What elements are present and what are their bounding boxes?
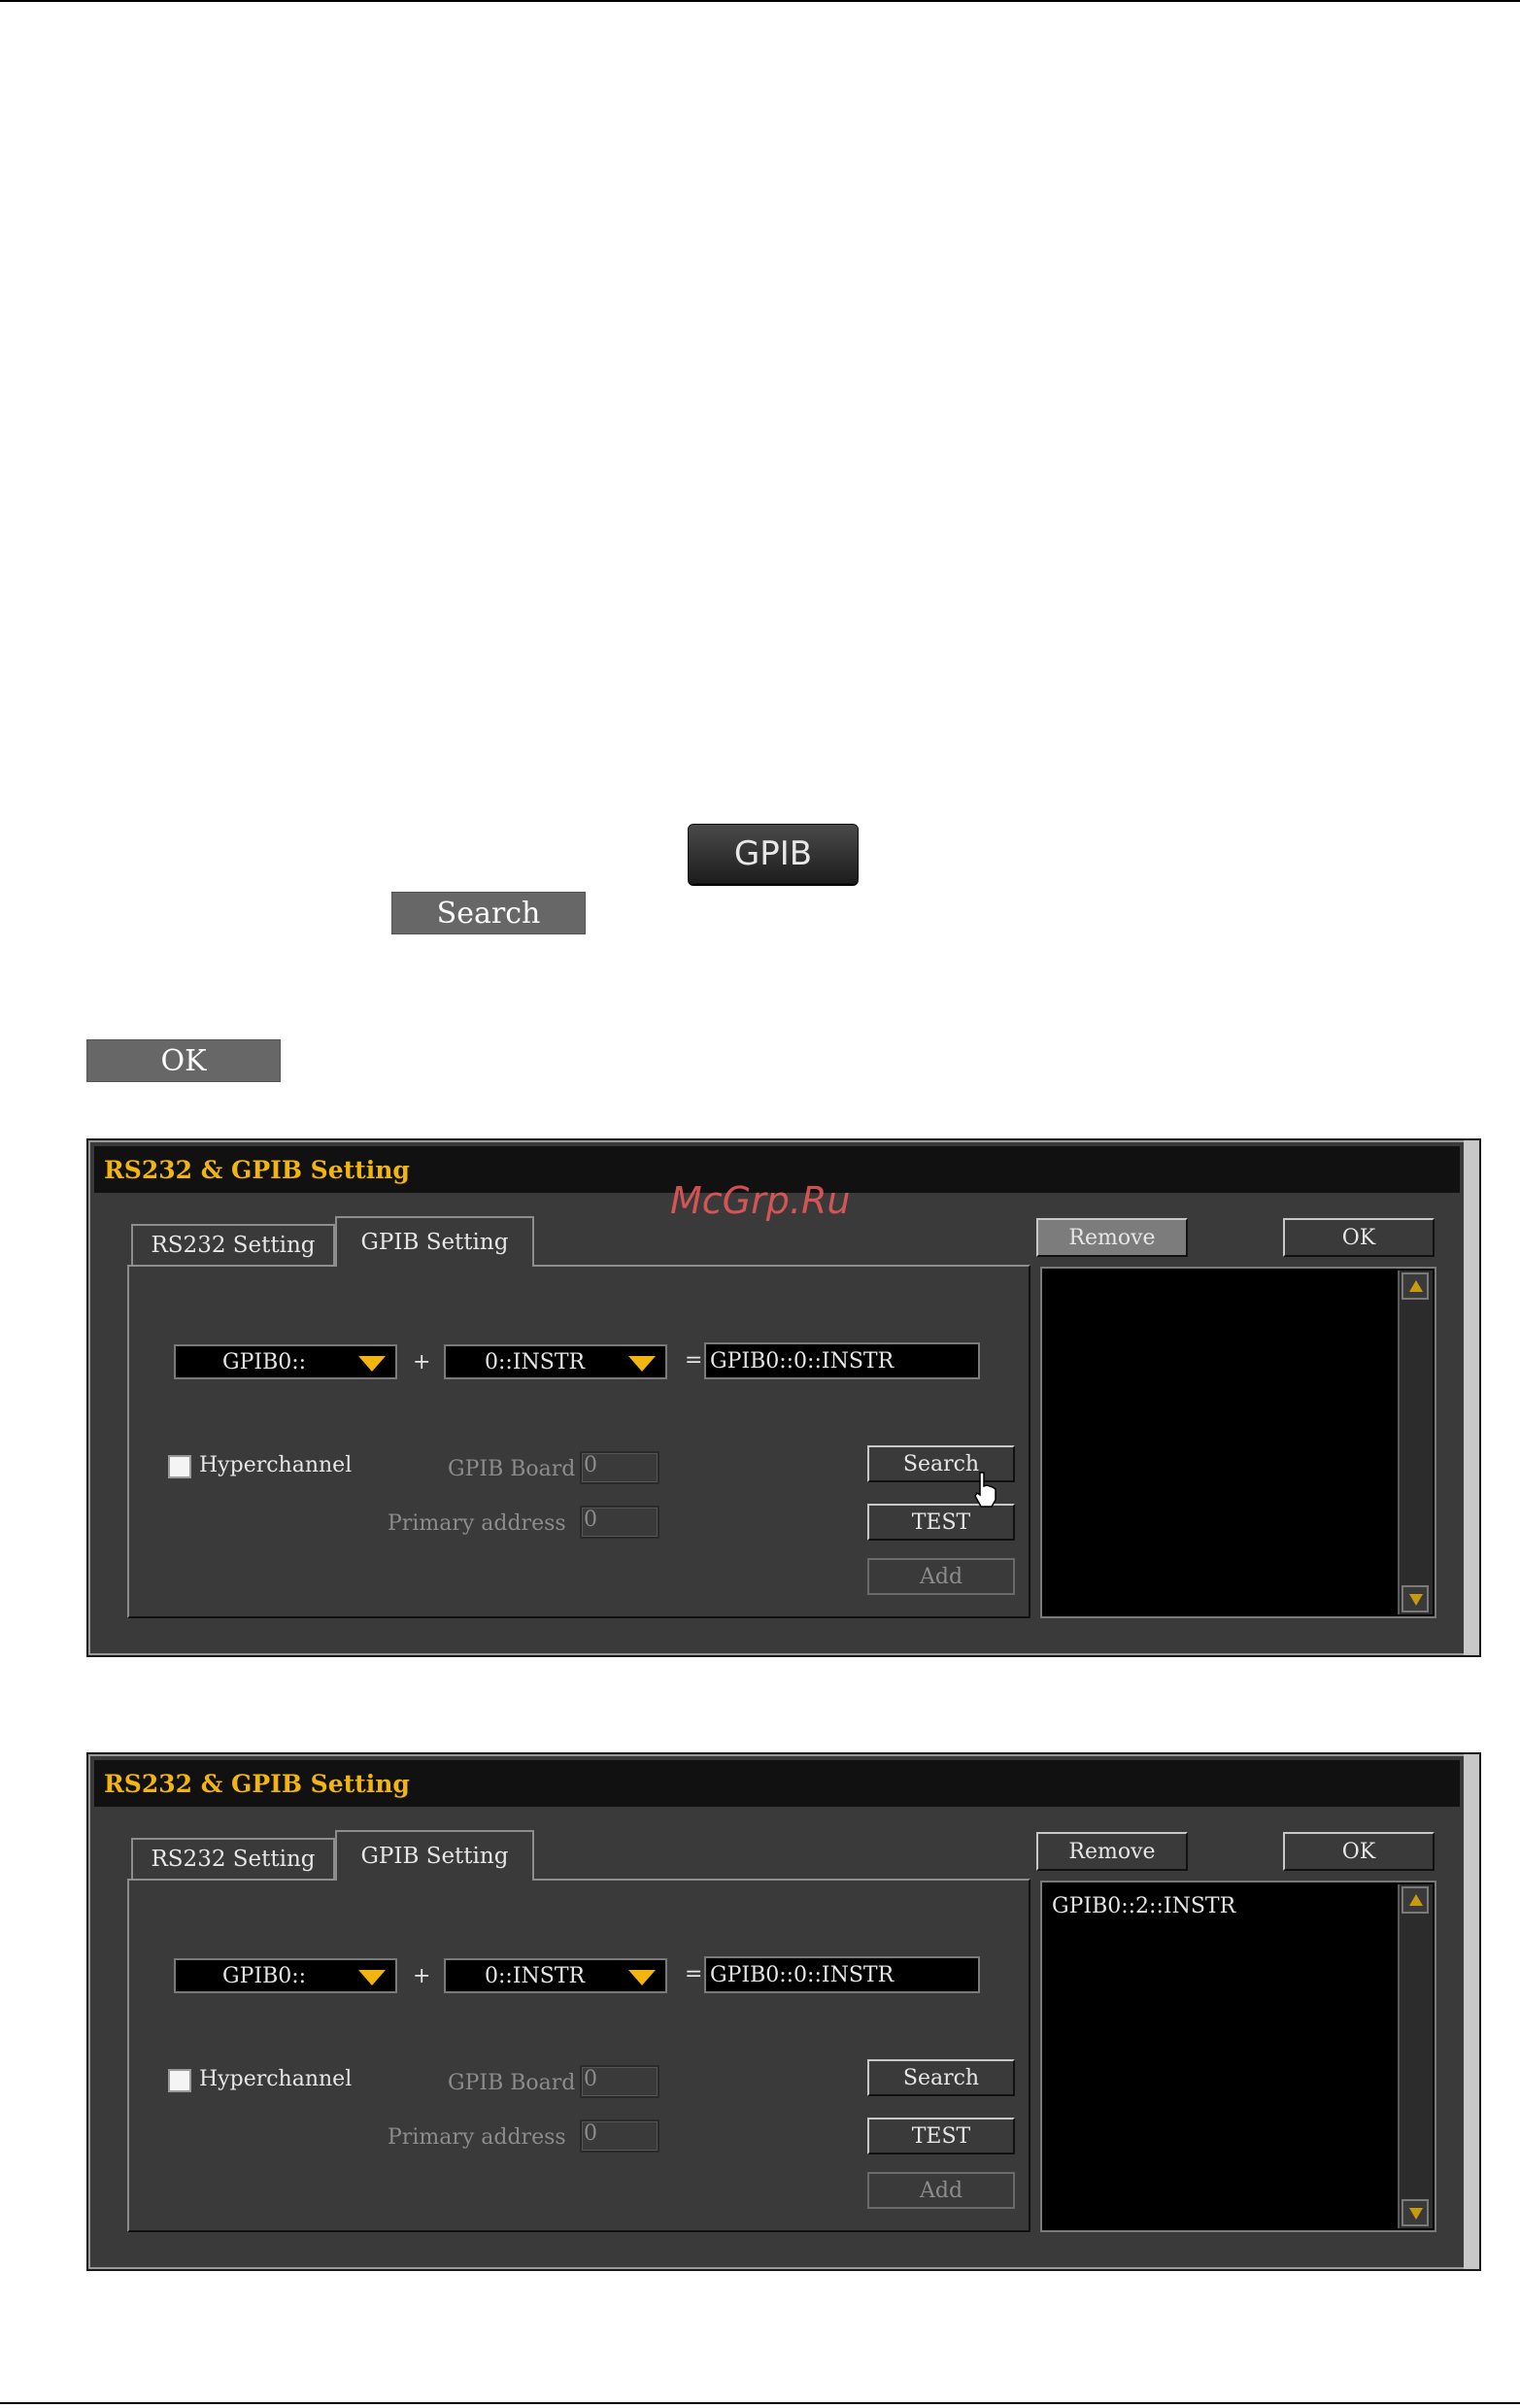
dialog-edge: [1464, 1140, 1479, 1655]
instrument-list[interactable]: [1040, 1267, 1436, 1618]
watermark: McGrp.Ru: [670, 1179, 851, 1222]
gpib-settings-panel: GPIB0:: + 0::INSTR = GPIB0::0::INSTR Hyp…: [127, 1265, 1030, 1618]
remove-button[interactable]: Remove: [1036, 1832, 1188, 1871]
scroll-down-button[interactable]: [1402, 2199, 1429, 2226]
equals-sign: =: [685, 1962, 703, 1986]
gpib-setting-dialog-after-search: RS232 & GPIB Setting RS232 Setting GPIB …: [86, 1752, 1481, 2271]
search-button-reference[interactable]: Search: [391, 892, 586, 934]
gpib-board-combo[interactable]: GPIB0::: [174, 1344, 397, 1379]
primary-address-field: 0: [580, 1506, 659, 1539]
hyperchannel-label: Hyperchannel: [199, 1453, 353, 1477]
gpib-button[interactable]: GPIB: [688, 824, 859, 884]
bottom-rule: [0, 2402, 1520, 2404]
scroll-up-button[interactable]: [1402, 1886, 1429, 1914]
search-button[interactable]: Search: [867, 2059, 1015, 2096]
arrow-up-icon: [1409, 1280, 1423, 1292]
gpib-board-combo[interactable]: GPIB0::: [174, 1958, 397, 1993]
remove-button[interactable]: Remove: [1036, 1218, 1188, 1257]
ok-button[interactable]: OK: [1283, 1832, 1435, 1871]
dialog-title: RS232 & GPIB Setting: [94, 1760, 1460, 1807]
primary-address-label: Primary address: [388, 1511, 566, 1536]
dialog-edge: [1464, 1754, 1479, 2269]
arrow-up-icon: [1409, 1894, 1423, 1906]
add-button: Add: [867, 1558, 1015, 1595]
hand-cursor-icon: [974, 1472, 996, 1508]
test-button[interactable]: TEST: [867, 2118, 1015, 2154]
gpib-board-label: GPIB Board: [448, 2071, 576, 2095]
arrow-down-icon: [1409, 1594, 1423, 1606]
tab-gpib-setting[interactable]: GPIB Setting: [335, 1216, 534, 1267]
gpib-board-field: 0: [580, 1451, 659, 1484]
instr-address-combo-value: 0::INSTR: [485, 1963, 586, 1988]
scroll-down-button[interactable]: [1402, 1585, 1429, 1612]
hyperchannel-label: Hyperchannel: [199, 2067, 353, 2091]
instrument-list[interactable]: GPIB0::2::INSTR: [1040, 1881, 1436, 2232]
dropdown-arrow-icon[interactable]: [358, 1970, 386, 1985]
list-scrollbar[interactable]: [1398, 1271, 1433, 1614]
gpib-board-combo-value: GPIB0::: [222, 1349, 307, 1374]
instr-address-combo-value: 0::INSTR: [485, 1349, 586, 1374]
primary-address-label: Primary address: [388, 2125, 566, 2150]
list-item[interactable]: GPIB0::2::INSTR: [1052, 1894, 1235, 1918]
arrow-down-icon: [1409, 2208, 1423, 2220]
instr-address-combo[interactable]: 0::INSTR: [444, 1344, 667, 1379]
ok-button[interactable]: OK: [1283, 1218, 1435, 1257]
dropdown-arrow-icon[interactable]: [628, 1970, 656, 1985]
gpib-board-field: 0: [580, 2065, 659, 2098]
primary-address-field: 0: [580, 2120, 659, 2153]
scroll-up-button[interactable]: [1402, 1272, 1429, 1300]
hyperchannel-checkbox[interactable]: [168, 2069, 191, 2092]
tab-rs232-setting[interactable]: RS232 Setting: [131, 1838, 335, 1879]
gpib-board-label: GPIB Board: [448, 1457, 576, 1481]
hyperchannel-checkbox[interactable]: [168, 1455, 191, 1478]
dropdown-arrow-icon[interactable]: [628, 1356, 656, 1372]
equals-sign: =: [685, 1348, 703, 1373]
add-button: Add: [867, 2172, 1015, 2209]
tab-gpib-setting[interactable]: GPIB Setting: [335, 1830, 534, 1881]
resource-string-field: GPIB0::0::INSTR: [704, 1956, 980, 1993]
ok-button-reference[interactable]: OK: [86, 1039, 281, 1082]
tab-rs232-setting[interactable]: RS232 Setting: [131, 1224, 335, 1265]
gpib-settings-panel: GPIB0:: + 0::INSTR = GPIB0::0::INSTR Hyp…: [127, 1879, 1030, 2232]
plus-sign: +: [413, 1964, 431, 1988]
instr-address-combo[interactable]: 0::INSTR: [444, 1958, 667, 1993]
resource-string-field: GPIB0::0::INSTR: [704, 1342, 980, 1379]
top-rule: [0, 0, 1520, 2]
plus-sign: +: [413, 1350, 431, 1374]
dropdown-arrow-icon[interactable]: [358, 1356, 386, 1372]
list-scrollbar[interactable]: [1398, 1884, 1433, 2228]
gpib-board-combo-value: GPIB0::: [222, 1963, 307, 1988]
